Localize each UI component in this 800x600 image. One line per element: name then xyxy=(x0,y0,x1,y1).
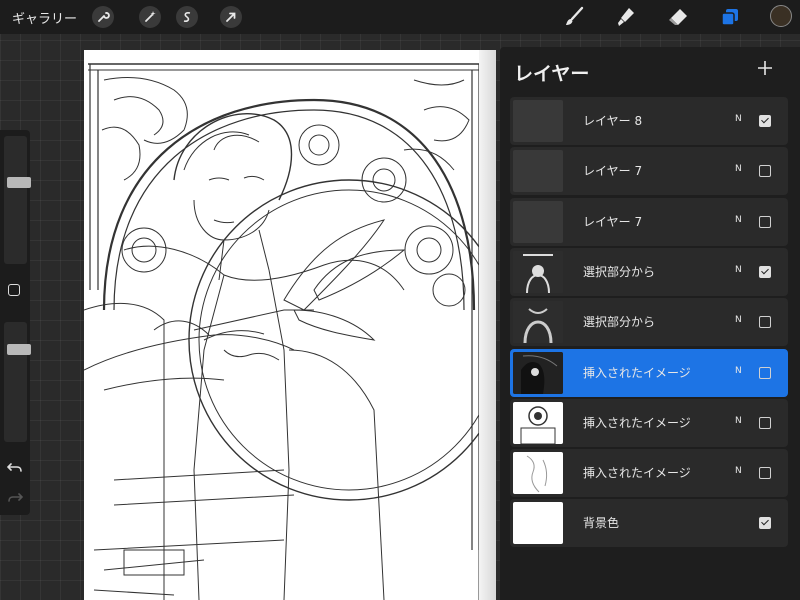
layer-row[interactable]: 挿入されたイメージ N xyxy=(510,449,788,498)
blend-mode-button[interactable]: N xyxy=(735,416,742,426)
layer-row[interactable]: 選択部分から N xyxy=(510,298,788,347)
layer-row[interactable]: レイヤー 8 N xyxy=(510,97,788,145)
visibility-checkbox[interactable] xyxy=(759,115,771,127)
layer-name: レイヤー 7 xyxy=(583,214,643,229)
top-toolbar: ギャラリー xyxy=(0,0,800,34)
color-swatch[interactable] xyxy=(770,5,792,27)
opacity-thumb[interactable] xyxy=(7,343,31,355)
blend-mode-button[interactable]: N xyxy=(735,164,742,174)
eraser-icon[interactable] xyxy=(666,5,690,29)
blend-mode-button[interactable]: N xyxy=(735,315,742,325)
blend-mode-button[interactable]: N xyxy=(735,265,742,275)
smudge-icon[interactable] xyxy=(614,5,638,29)
blend-mode-button[interactable]: N xyxy=(735,114,742,124)
layer-thumbnail[interactable] xyxy=(513,100,563,142)
brush-size-thumb[interactable] xyxy=(7,176,31,188)
drawing-canvas[interactable] xyxy=(84,50,496,600)
layer-thumbnail[interactable] xyxy=(513,301,563,344)
layer-row[interactable]: レイヤー 7 N xyxy=(510,197,788,246)
plus-icon[interactable] xyxy=(756,59,774,77)
layer-thumbnail[interactable] xyxy=(513,401,563,444)
blend-mode-button[interactable]: N xyxy=(735,466,742,476)
layer-name: レイヤー 8 xyxy=(583,114,643,128)
layers-icon[interactable] xyxy=(718,5,742,29)
left-sidebar xyxy=(0,130,31,515)
visibility-checkbox[interactable] xyxy=(759,416,771,429)
layer-name: 挿入されたイメージ xyxy=(583,415,691,430)
visibility-checkbox[interactable] xyxy=(759,366,771,379)
layer-thumbnail[interactable] xyxy=(513,351,563,394)
layer-row[interactable]: 選択部分から N xyxy=(510,247,788,296)
visibility-checkbox[interactable] xyxy=(759,265,771,278)
layer-thumbnail[interactable] xyxy=(513,250,563,293)
layer-thumbnail[interactable] xyxy=(513,150,563,193)
visibility-checkbox[interactable] xyxy=(759,165,771,178)
visibility-checkbox[interactable] xyxy=(759,215,771,228)
layers-panel-title: レイヤー xyxy=(514,63,590,85)
blend-mode-button[interactable]: N xyxy=(735,215,742,225)
layer-name: 選択部分から xyxy=(583,315,656,330)
layer-row[interactable]: 背景色 xyxy=(510,499,788,548)
layer-name: 挿入されたイメージ xyxy=(583,466,691,481)
visibility-checkbox[interactable] xyxy=(759,467,771,480)
layer-row[interactable]: 挿入されたイメージ N xyxy=(510,398,788,447)
blend-mode-button[interactable]: N xyxy=(735,366,742,376)
brush-icon[interactable] xyxy=(562,5,586,29)
layers-panel: レイヤー レイヤー 8 N レイヤー 7 N レイヤー 7 N 選択部分から N 選択部分から N… xyxy=(500,47,800,600)
layer-name: 背景色 xyxy=(583,516,620,531)
opacity-slider[interactable] xyxy=(4,322,31,442)
canvas-edge-shade xyxy=(479,50,496,600)
layer-name: 挿入されたイメージ xyxy=(583,365,691,380)
layer-thumbnail[interactable] xyxy=(513,452,563,495)
layer-row[interactable]: 挿入されたイメージ N xyxy=(510,348,788,397)
visibility-checkbox[interactable] xyxy=(759,316,771,329)
transform-arrow-icon[interactable] xyxy=(220,6,242,28)
magic-wand-icon[interactable] xyxy=(139,6,161,28)
selection-icon[interactable] xyxy=(176,6,198,28)
modify-square-icon[interactable] xyxy=(8,284,20,296)
layer-thumbnail[interactable] xyxy=(513,200,563,243)
layer-name: レイヤー 7 xyxy=(583,164,643,179)
visibility-checkbox[interactable] xyxy=(759,517,771,530)
wrench-icon[interactable] xyxy=(92,6,114,28)
gallery-button[interactable]: ギャラリー xyxy=(12,8,77,27)
layer-name: 選択部分から xyxy=(583,264,656,279)
undo-icon[interactable] xyxy=(6,460,23,479)
layer-thumbnail[interactable] xyxy=(513,502,563,545)
brush-size-slider[interactable] xyxy=(4,136,31,264)
redo-icon[interactable] xyxy=(7,490,24,509)
layer-row[interactable]: レイヤー 7 N xyxy=(510,147,788,196)
lineart-artwork xyxy=(84,63,496,600)
